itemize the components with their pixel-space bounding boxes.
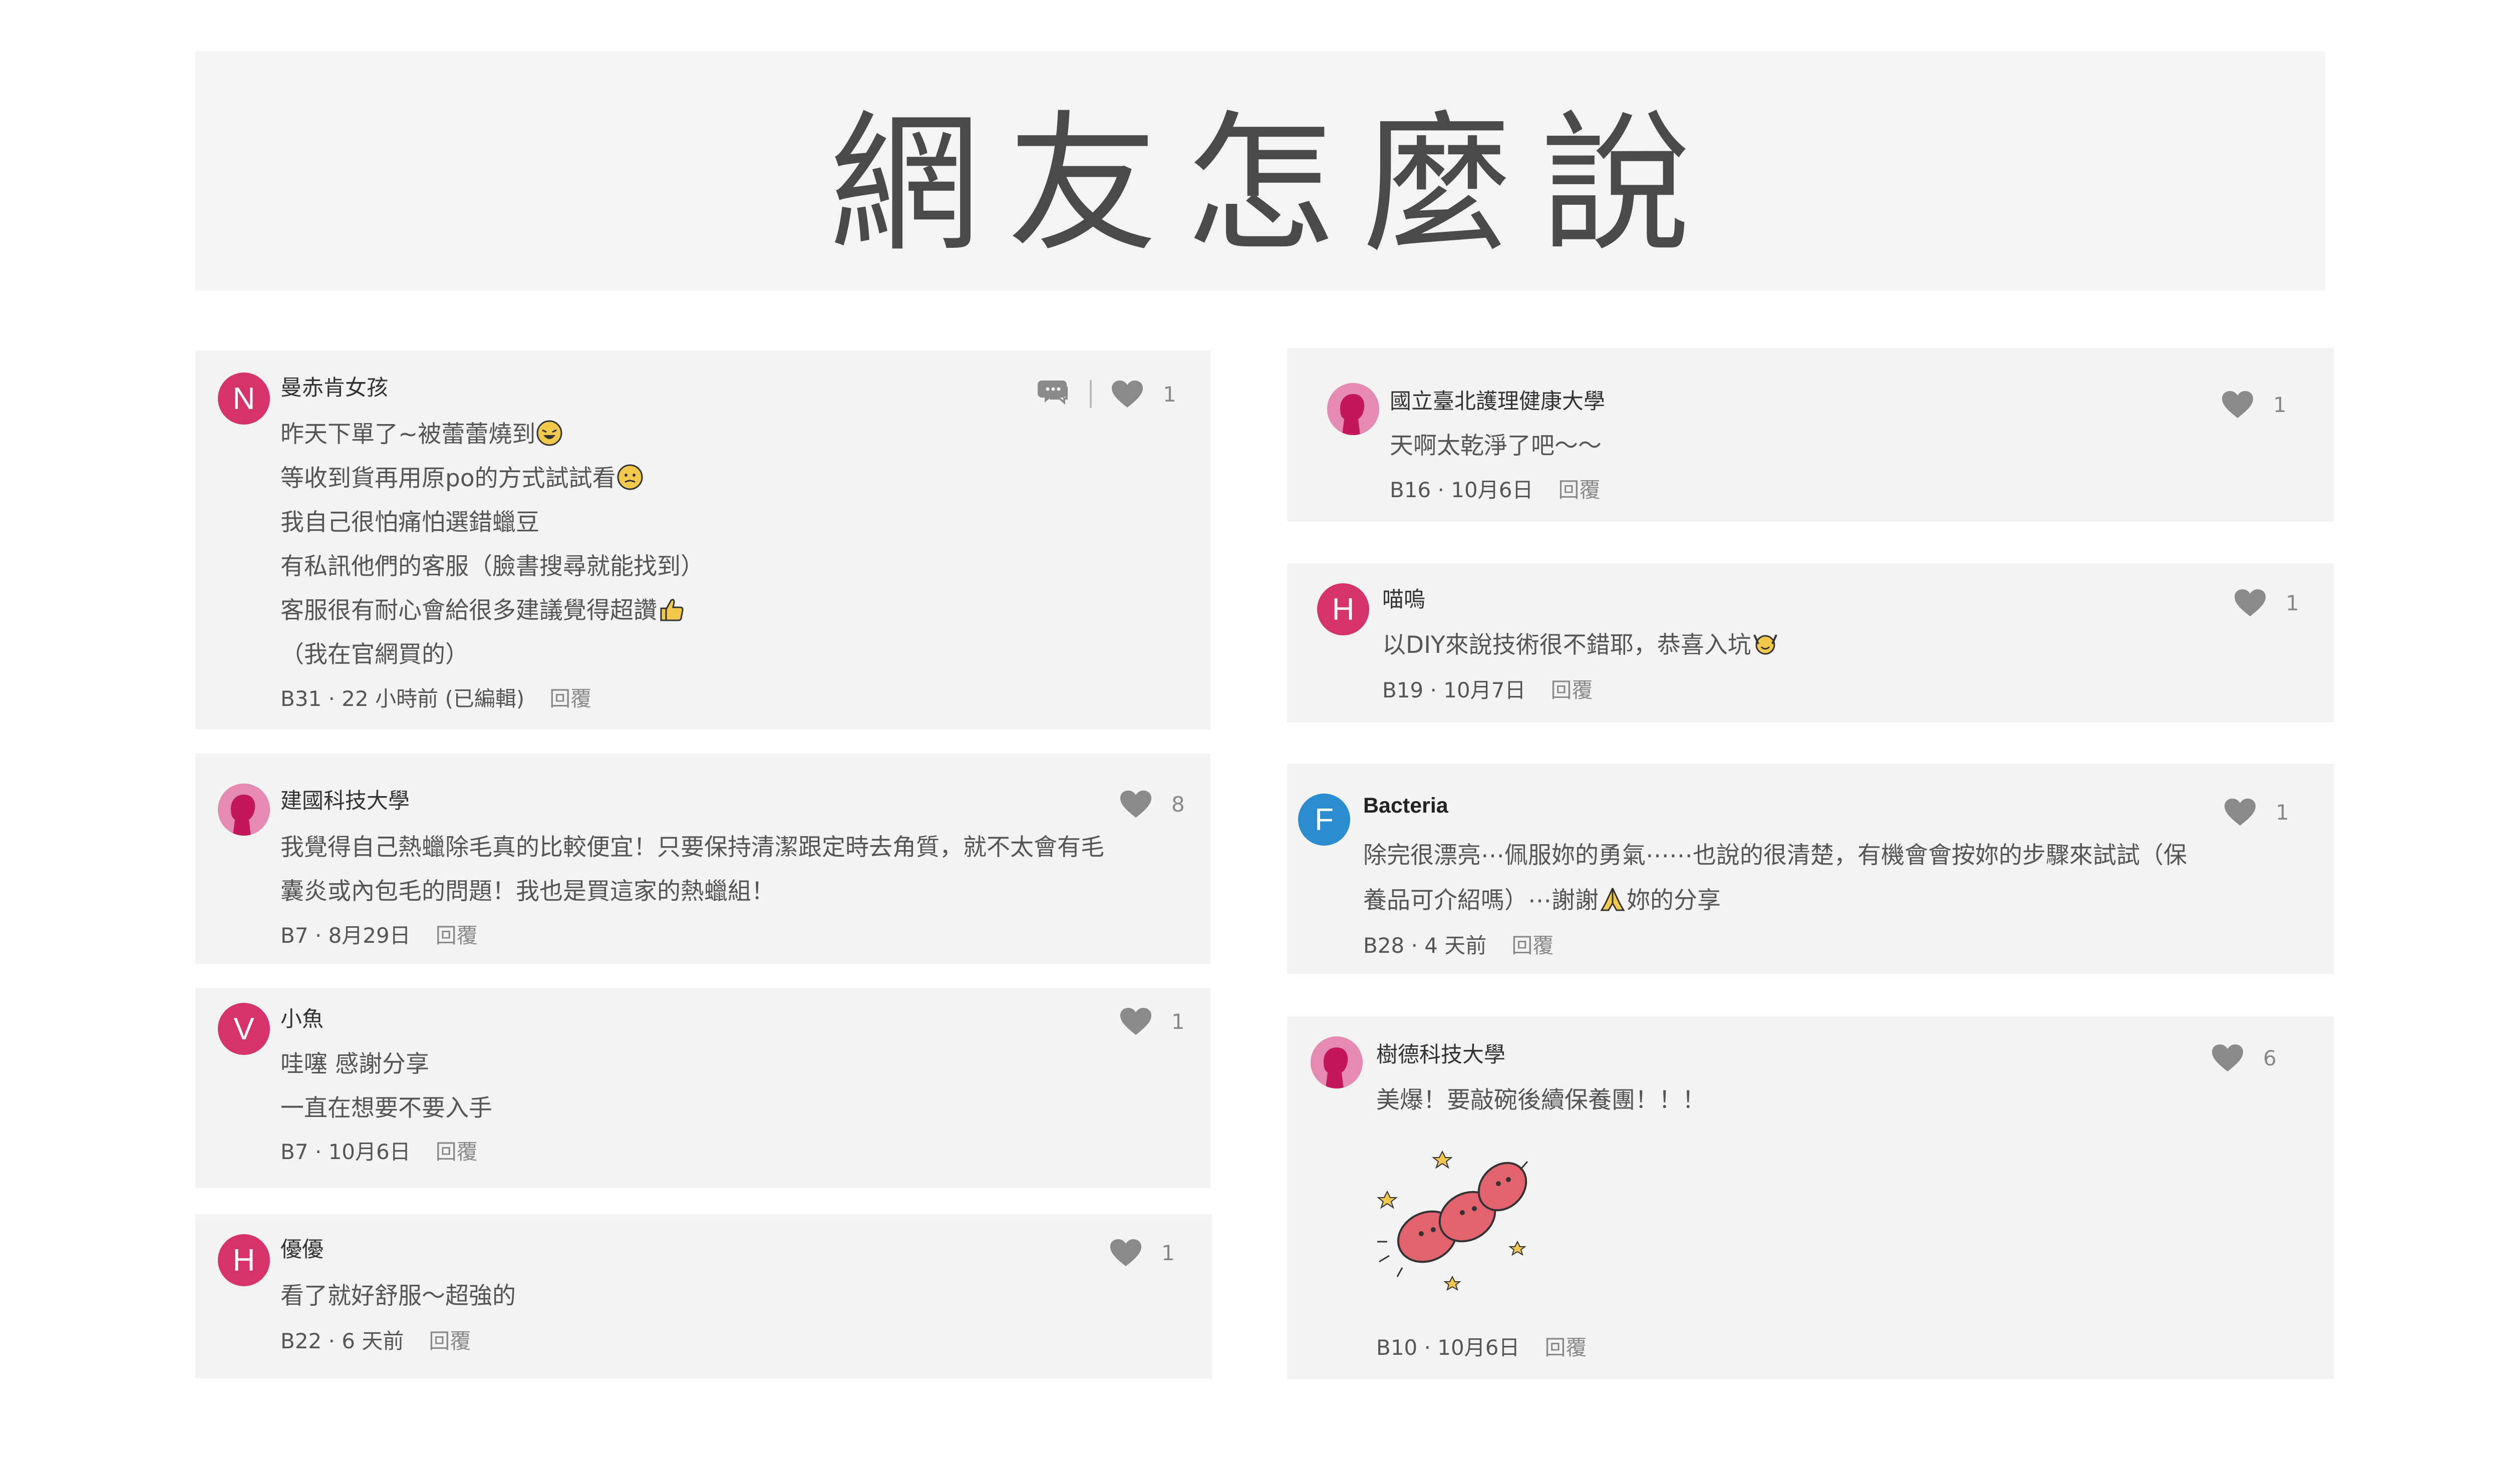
comment-line: 昨天下單了~被蕾蕾燒到: [280, 415, 563, 449]
heart-icon[interactable]: [2234, 588, 2267, 617]
comment-meta: B19 · 10月7日 回覆: [1382, 678, 1593, 702]
reply-button[interactable]: 回覆: [549, 686, 591, 711]
comment-bubble-icon[interactable]: [1038, 377, 1071, 412]
like-button[interactable]: 6: [2211, 1043, 2277, 1072]
like-count: 1: [2273, 392, 2287, 417]
heart-icon[interactable]: [1109, 1238, 1142, 1267]
comment-meta: B7 · 8月29日 回覆: [280, 923, 478, 948]
comment-card: 國立臺北護理健康大學 1 天啊太乾淨了吧～～ B16 · 10月6日 回覆: [1287, 348, 2334, 522]
comment-line: （我在官網買的）: [280, 641, 469, 668]
like-button[interactable]: 1: [1119, 1007, 1185, 1036]
like-button[interactable]: 1: [1109, 1238, 1175, 1267]
comment-card: N 曼赤肯女孩 1 昨天下單了~被蕾蕾燒到 等收到貨再用原po的方式試試看 我自…: [195, 350, 1210, 729]
comment-meta: B16 · 10月6日 回覆: [1390, 478, 1601, 502]
like-count: 6: [2263, 1045, 2277, 1070]
username[interactable]: 樹德科技大學: [1376, 1037, 1505, 1068]
heart-icon[interactable]: [2224, 798, 2257, 827]
comment-card: V 小魚 1 哇噻 感謝分享 一直在想要不要入手 B7 · 10月6日 回覆: [195, 988, 1210, 1188]
avatar[interactable]: H: [218, 1234, 270, 1286]
reply-button[interactable]: 回覆: [436, 1140, 478, 1164]
username[interactable]: 國立臺北護理健康大學: [1390, 384, 1605, 415]
avatar[interactable]: V: [218, 1003, 270, 1055]
comment-meta: B10 · 10月6日 回覆: [1376, 1335, 1587, 1360]
avatar[interactable]: H: [1317, 583, 1369, 635]
username[interactable]: 喵嗚: [1382, 582, 1425, 613]
reply-button[interactable]: 回覆: [1511, 933, 1553, 958]
comment-line: 美爆！要敲碗後續保養團！！！: [1376, 1086, 1706, 1114]
like-count: 1: [2286, 590, 2299, 615]
like-count: 1: [1161, 1240, 1175, 1265]
like-count: 1: [1163, 382, 1176, 407]
like-count: 1: [1171, 1009, 1185, 1034]
reply-button[interactable]: 回覆: [1550, 678, 1593, 702]
comment-line: 我覺得自己熱蠟除毛真的比較便宜！只要保持清潔跟定時去角質，就不太會有毛: [280, 834, 1104, 861]
reply-button[interactable]: 回覆: [436, 923, 478, 948]
divider: [1090, 380, 1092, 408]
reply-button[interactable]: 回覆: [1558, 478, 1600, 502]
comment-line: 天啊太乾淨了吧～～: [1390, 432, 1602, 460]
comment-line: 哇噻 感謝分享: [280, 1050, 429, 1078]
comment-line: 囊炎或內包毛的問題！我也是買這家的熱蠟組！: [280, 878, 775, 905]
comment-actions: 1: [1038, 377, 1176, 412]
thumbs-up-icon: [660, 599, 684, 621]
laughing-emoji-icon: [536, 420, 562, 446]
comment-line: 等收到貨再用原po的方式試試看: [280, 459, 644, 493]
heart-icon[interactable]: [1119, 790, 1152, 819]
comment-line: 養品可介紹嗎）⋯謝謝 妳的分享: [1363, 881, 1721, 915]
comment-meta: B28 · 4 天前 回覆: [1363, 933, 1554, 958]
comment-line: 除完很漂亮⋯佩服妳的勇氣⋯⋯也說的很清楚，有機會會按妳的步驟來試試（保: [1363, 842, 2187, 869]
comment-line: 以DIY來說技術很不錯耶，恭喜入坑: [1382, 625, 1779, 660]
comment-line: 我自己很怕痛怕選錯蠟豆: [280, 509, 539, 536]
comment-line: 客服很有耐心會給很多建議覺得超讚: [280, 591, 685, 625]
reply-button[interactable]: 回覆: [1544, 1335, 1587, 1360]
cheering-emoji-icon: [1753, 634, 1777, 655]
like-count: 1: [2276, 800, 2289, 825]
school-avatar-icon[interactable]: [218, 784, 270, 836]
comment-card: F Bacteria 1 除完很漂亮⋯佩服妳的勇氣⋯⋯也說的很清楚，有機會會按妳…: [1287, 764, 2334, 974]
confused-emoji-icon: [617, 464, 643, 490]
like-button[interactable]: 1: [2234, 588, 2299, 617]
comment-line: 看了就好舒服～超強的: [280, 1282, 516, 1310]
like-button[interactable]: 8: [1119, 790, 1185, 819]
comment-meta: B7 · 10月6日 回覆: [280, 1140, 478, 1164]
comment-meta: B31 · 22 小時前 (已編輯) 回覆: [280, 686, 592, 711]
reply-button[interactable]: 回覆: [429, 1329, 471, 1353]
username[interactable]: 小魚: [280, 1002, 324, 1033]
like-button[interactable]: 1: [2221, 390, 2287, 419]
beans-sticker-icon: [1377, 1150, 1528, 1291]
comment-meta: B22 · 6 天前 回覆: [280, 1329, 471, 1353]
like-count: 8: [1171, 792, 1185, 817]
comment-card: H 喵嗚 1 以DIY來說技術很不錯耶，恭喜入坑 B19 · 10月7日 回覆: [1287, 563, 2334, 722]
comment-card: 樹德科技大學 6 美爆！要敲碗後續保養團！！！ B10 · 10月6日 回覆: [1287, 1016, 2334, 1379]
page-title: 網友怎麼說: [829, 97, 1719, 272]
comment-card: H 優優 1 看了就好舒服～超強的 B22 · 6 天前 回覆: [195, 1214, 1212, 1378]
avatar[interactable]: F: [1298, 794, 1350, 846]
heart-icon[interactable]: [1111, 380, 1144, 409]
school-avatar-icon[interactable]: [1311, 1036, 1363, 1088]
avatar[interactable]: N: [218, 373, 270, 425]
heart-icon[interactable]: [2221, 390, 2254, 419]
username[interactable]: 建國科技大學: [280, 784, 410, 815]
username[interactable]: 曼赤肯女孩: [280, 370, 388, 402]
page-title-banner: 網友怎麼說: [195, 52, 2325, 291]
comment-line: 有私訊他們的客服（臉書搜尋就能找到）: [280, 553, 704, 580]
school-avatar-icon[interactable]: [1327, 383, 1379, 435]
username[interactable]: 優優: [280, 1232, 324, 1263]
like-button[interactable]: 1: [2224, 798, 2289, 827]
comment-line: 一直在想要不要入手: [280, 1094, 492, 1122]
comment-card: 建國科技大學 8 我覺得自己熱蠟除毛真的比較便宜！只要保持清潔跟定時去角質，就不…: [195, 754, 1210, 964]
username[interactable]: Bacteria: [1363, 794, 1448, 818]
heart-icon[interactable]: [1119, 1007, 1152, 1036]
praying-hands-icon: [1600, 888, 1625, 911]
heart-icon[interactable]: [2211, 1043, 2244, 1072]
